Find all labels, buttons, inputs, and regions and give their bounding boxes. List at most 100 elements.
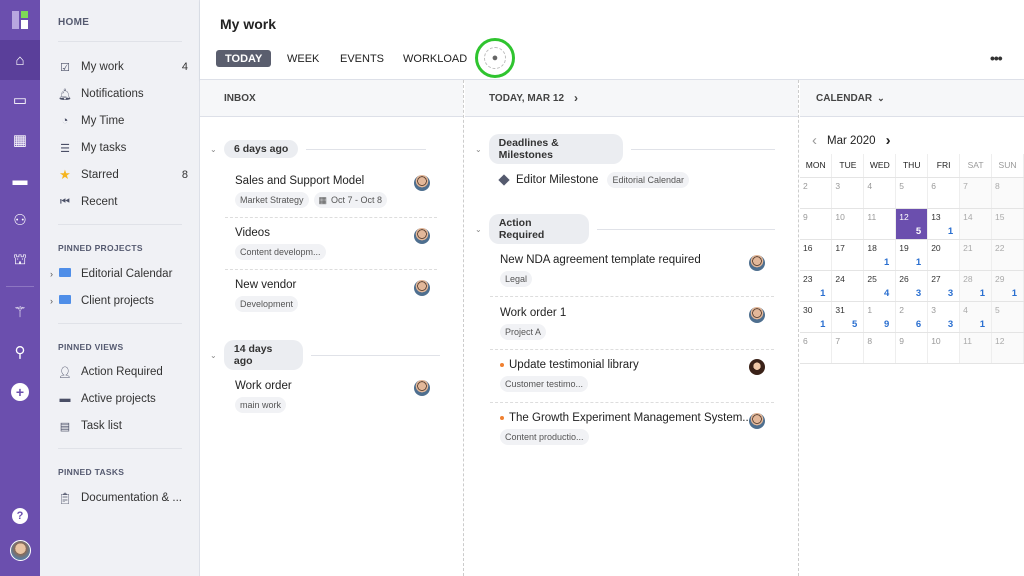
group-14-days-ago[interactable]: ⌄ 14 days ago: [210, 340, 440, 370]
pinned-view-active-projects[interactable]: ▬ Active projects: [58, 389, 188, 409]
project-tag[interactable]: Customer testimo...: [500, 376, 589, 392]
next-month-button[interactable]: ›: [886, 132, 891, 149]
prev-month-button[interactable]: ‹: [812, 132, 817, 149]
search-icon[interactable]: ⚲: [0, 332, 40, 372]
task-count[interactable]: 6: [916, 319, 921, 330]
sidebar-item-my-tasks[interactable]: ☰ My tasks: [58, 138, 188, 158]
chat-icon[interactable]: ▬: [0, 160, 40, 200]
task-count[interactable]: 1: [980, 288, 985, 299]
pinned-view-task-list[interactable]: ▤ Task list: [58, 416, 188, 436]
task-count[interactable]: 3: [916, 288, 921, 299]
sidebar-item-notifications[interactable]: 🔔︎ Notifications: [58, 84, 188, 104]
calendar-day[interactable]: 20: [927, 239, 961, 271]
calendar-day[interactable]: 21: [959, 239, 993, 271]
task-count[interactable]: 4: [884, 288, 889, 299]
calendar-day[interactable]: 30 1: [800, 301, 833, 333]
calendar-day[interactable]: 28 1: [959, 270, 993, 302]
chevron-right-icon[interactable]: ›: [574, 91, 578, 105]
milestone-item[interactable]: Editor Milestone Editorial Calendar: [498, 172, 690, 188]
tab-events[interactable]: EVENTS: [340, 50, 384, 67]
sidebar-item-starred[interactable]: ★ Starred 8: [58, 165, 188, 185]
assignee-avatar[interactable]: [749, 359, 765, 375]
briefcase-icon[interactable]: ▭: [0, 80, 40, 120]
dashboard-icon[interactable]: ▦: [0, 120, 40, 160]
sidebar-item-recent[interactable]: ⏮ Recent: [58, 192, 188, 212]
calendar-day[interactable]: 41: [959, 301, 993, 333]
task-count[interactable]: 1: [884, 257, 889, 268]
task-item[interactable]: Update testimonial library Customer test…: [500, 357, 639, 392]
calendar-day[interactable]: 26: [895, 301, 929, 333]
logo-icon[interactable]: [12, 11, 28, 29]
task-item[interactable]: Sales and Support Model Market Strategy ▦…: [235, 173, 388, 208]
task-count[interactable]: 5: [852, 319, 857, 330]
calendar-day[interactable]: 6: [927, 177, 961, 209]
today-header[interactable]: TODAY, MAR 12 ›: [465, 80, 798, 117]
calendar-day[interactable]: 29 1: [991, 270, 1024, 302]
project-tag[interactable]: Content productio...: [500, 429, 589, 445]
assignee-avatar[interactable]: [749, 255, 765, 271]
task-count[interactable]: 5: [916, 226, 921, 237]
project-tag[interactable]: main work: [235, 397, 287, 413]
calendar-day[interactable]: 10: [927, 332, 961, 364]
project-tag[interactable]: Market Strategy: [235, 192, 309, 208]
group-6-days-ago[interactable]: ⌄ 6 days ago: [210, 139, 440, 159]
project-tag[interactable]: Development: [235, 296, 299, 312]
calendar-day[interactable]: 11: [863, 208, 897, 240]
calendar-day[interactable]: 25 4: [863, 270, 897, 302]
chevron-down-icon[interactable]: ⌄: [877, 93, 885, 104]
calendar-day[interactable]: 10: [831, 208, 865, 240]
users-icon[interactable]: ⚇: [0, 200, 40, 240]
calendar-day[interactable]: 12: [991, 332, 1024, 364]
calendar-day[interactable]: 31 5: [831, 301, 865, 333]
task-count[interactable]: 1: [916, 257, 921, 268]
assignee-avatar[interactable]: [414, 380, 430, 396]
pinned-project-client-projects[interactable]: › Client projects: [50, 291, 188, 311]
assignee-avatar[interactable]: [749, 413, 765, 429]
pinned-project-editorial-calendar[interactable]: › Editorial Calendar: [50, 264, 188, 284]
task-count[interactable]: 3: [948, 288, 953, 299]
calendar-day[interactable]: 7: [831, 332, 865, 364]
task-count[interactable]: 1: [820, 319, 825, 330]
task-item[interactable]: Work order main work: [235, 378, 292, 413]
calendar-day[interactable]: 26 3: [895, 270, 929, 302]
calendar-day[interactable]: 33: [927, 301, 961, 333]
magic-wand-icon[interactable]: ⚚: [0, 292, 40, 332]
calendar-day[interactable]: 9: [800, 208, 833, 240]
calendar-day[interactable]: 4: [863, 177, 897, 209]
calendar-day[interactable]: 14: [959, 208, 993, 240]
pinned-task-documentation[interactable]: 📋︎ Documentation & ...: [58, 488, 188, 508]
group-deadlines-milestones[interactable]: ⌄ Deadlines & Milestones: [475, 134, 776, 164]
task-item[interactable]: New NDA agreement template required Lega…: [500, 252, 701, 287]
task-item[interactable]: Work order 1 Project A: [500, 305, 566, 340]
calendar-day[interactable]: 9: [895, 332, 929, 364]
assignee-avatar[interactable]: [414, 175, 430, 191]
assignee-avatar[interactable]: [749, 307, 765, 323]
calendar-day[interactable]: 5: [991, 301, 1024, 333]
calendar-day[interactable]: 8: [863, 332, 897, 364]
calendar-day[interactable]: 2: [800, 177, 833, 209]
collapse-icon[interactable]: ⌄: [475, 145, 489, 154]
user-avatar[interactable]: [10, 540, 31, 561]
home-icon[interactable]: ⌂: [0, 40, 40, 80]
tab-today[interactable]: TODAY: [216, 50, 272, 67]
calendar-day[interactable]: 23 1: [800, 270, 833, 302]
tab-week[interactable]: WEEK: [287, 50, 319, 67]
task-count[interactable]: 1: [948, 226, 953, 237]
calendar-day[interactable]: 22: [991, 239, 1024, 271]
calendar-day[interactable]: 18 1: [863, 239, 897, 271]
help-icon[interactable]: ?: [12, 508, 28, 524]
project-tag[interactable]: Project A: [500, 324, 547, 340]
task-count[interactable]: 1: [820, 288, 825, 299]
add-icon[interactable]: +: [0, 372, 40, 412]
expand-icon[interactable]: ›: [50, 269, 53, 279]
sidebar-item-my-time[interactable]: ◔ My Time: [58, 111, 188, 131]
task-item[interactable]: Videos Content developm...: [235, 225, 326, 260]
calendar-day[interactable]: 19 1: [895, 239, 929, 271]
collapse-icon[interactable]: ⌄: [475, 225, 489, 234]
project-tag[interactable]: Content developm...: [235, 244, 326, 260]
expand-icon[interactable]: ›: [50, 296, 53, 306]
task-count[interactable]: 3: [948, 319, 953, 330]
more-options-button[interactable]: •••: [990, 50, 1003, 66]
calendar-day[interactable]: 16: [800, 239, 833, 271]
bank-icon[interactable]: ⛫: [0, 240, 40, 280]
